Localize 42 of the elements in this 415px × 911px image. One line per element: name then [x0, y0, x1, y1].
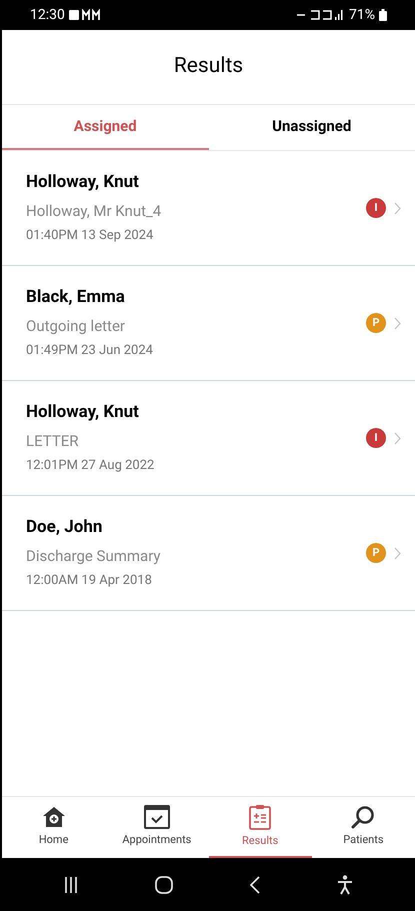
nav-tab[interactable]: Appointments [105, 797, 208, 858]
result-row[interactable]: Black, Emma Outgoing letter 01:49PM 23 Jun 2024 P [2, 266, 415, 381]
status-badge: P [366, 313, 386, 333]
accessibility-icon[interactable] [336, 874, 353, 894]
result-row[interactable]: Holloway, Knut LETTER 12:01PM 27 Aug 2022 I [2, 381, 415, 496]
chevron-right-icon [394, 546, 401, 560]
chevron-right-icon [394, 316, 401, 330]
battery-icon [379, 9, 387, 21]
result-description: Discharge Summary [26, 546, 161, 567]
patient-name: Doe, John [26, 516, 104, 540]
status-time: 12:30 [30, 6, 65, 24]
status-badge: I [366, 198, 386, 218]
status-badge: P [366, 543, 386, 563]
result-datetime: 01:49PM 23 Jun 2024 [26, 342, 153, 360]
calendar-check-icon [144, 804, 170, 829]
result-description: Outgoing letter [26, 316, 126, 337]
result-description: Holloway, Mr Knut_4 [26, 200, 162, 222]
result-row[interactable]: Holloway, Knut Holloway, Mr Knut_4 01:40PM 13 Sep 2024 I [2, 151, 415, 266]
home-icon [42, 804, 66, 829]
search-icon [351, 804, 376, 829]
result-row[interactable]: Doe, John Discharge Summary 12:00AM 19 Apr 2018 P [2, 496, 415, 611]
tab[interactable]: Assigned [2, 105, 208, 150]
recent-apps-icon[interactable] [64, 876, 78, 892]
status-badge: I [366, 428, 386, 448]
patient-name: Black, Emma [26, 286, 126, 310]
result-datetime: 12:00AM 19 Apr 2018 [26, 572, 153, 590]
chevron-right-icon [394, 202, 401, 214]
chevron-right-icon [394, 432, 401, 444]
battery-percentage: 71% [349, 6, 375, 24]
patient-name: Holloway, Knut [26, 401, 140, 424]
patient-name: Holloway, Knut [26, 171, 140, 194]
result-datetime: 12:01PM 27 Aug 2022 [26, 457, 154, 476]
home-button-icon[interactable] [155, 876, 174, 894]
clipboard-icon [249, 804, 272, 830]
nav-tab[interactable]: Patients [312, 797, 415, 858]
result-datetime: 01:40PM 13 Sep 2024 [26, 227, 154, 246]
result-description: LETTER [26, 430, 80, 452]
tab[interactable]: Unassigned [208, 105, 415, 150]
signal-icons [297, 9, 345, 21]
nav-tab[interactable]: Home [2, 797, 106, 858]
page-title: Results [174, 53, 244, 80]
back-icon[interactable] [250, 876, 260, 894]
